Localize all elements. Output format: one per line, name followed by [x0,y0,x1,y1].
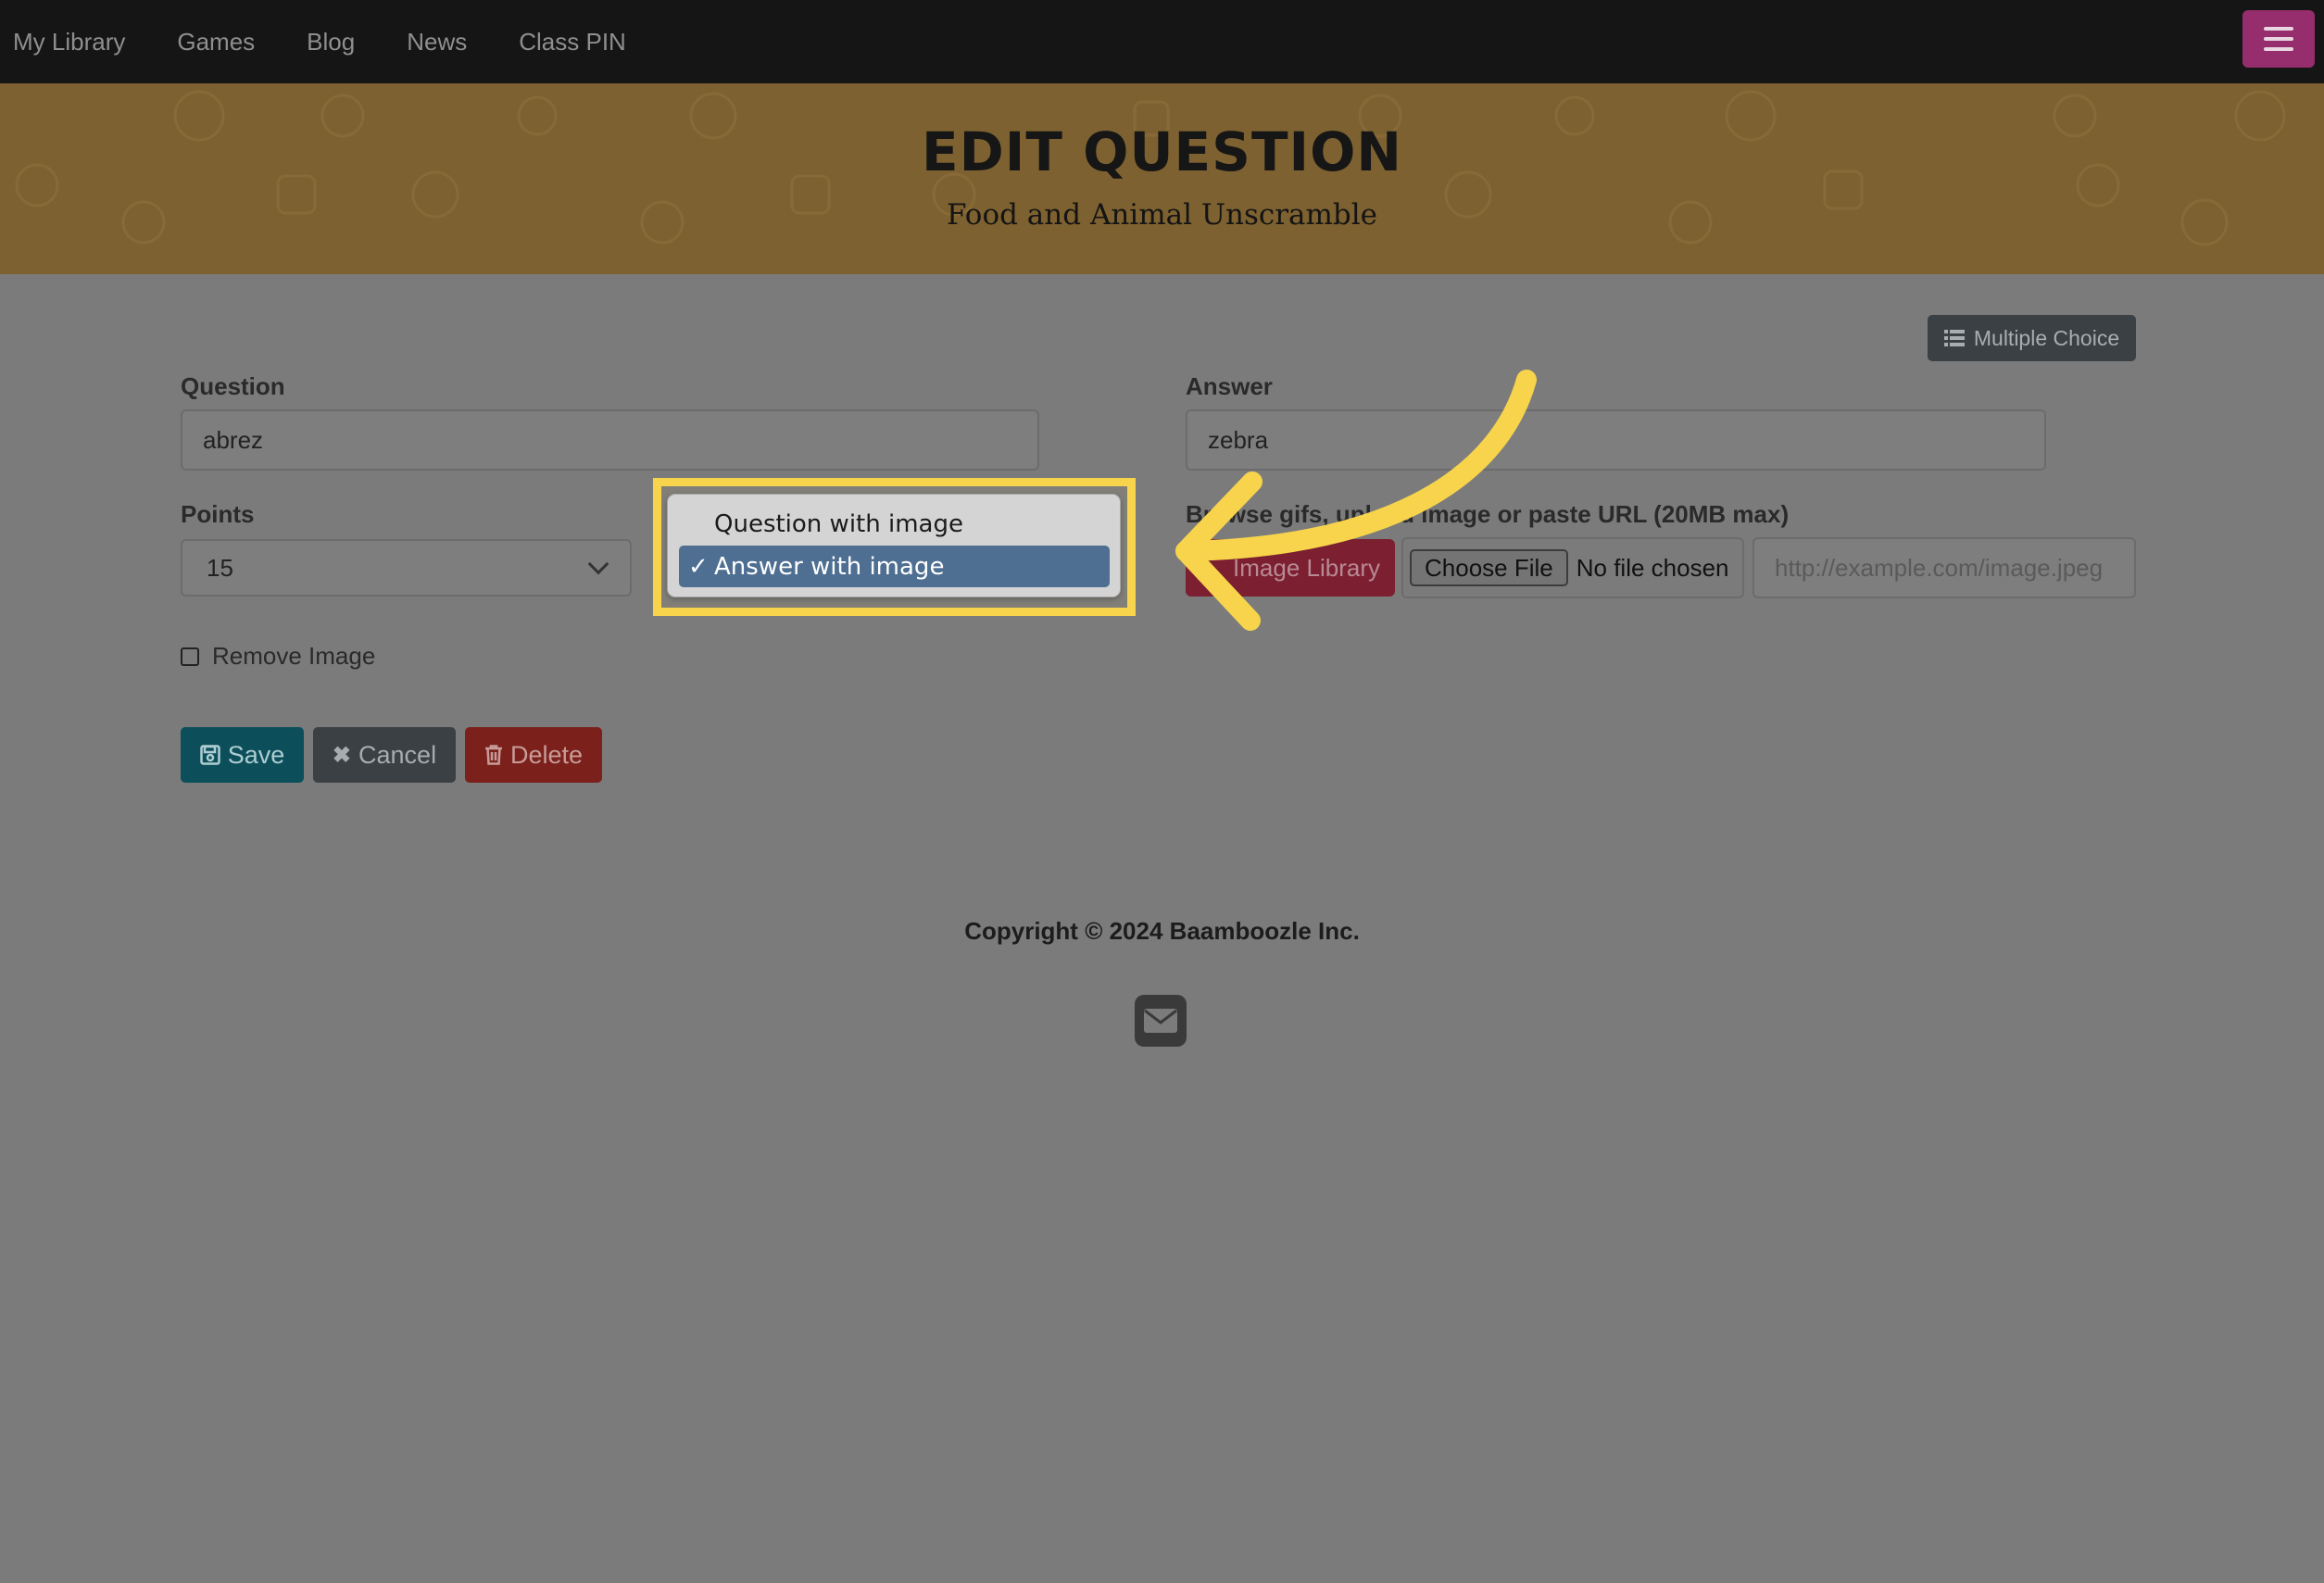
nav-my-library[interactable]: My Library [13,28,125,57]
floppy-disk-icon [199,745,220,765]
question-input[interactable]: abrez [181,409,1039,471]
points-value: 15 [207,553,233,582]
hamburger-bar [2264,27,2293,31]
page-header-banner: Edit Question Food and Animal Unscramble [0,83,2324,274]
image-url-input[interactable]: http://example.com/image.jpeg [1752,537,2136,598]
mail-icon[interactable] [1135,995,1187,1047]
close-icon: ✖ [332,742,352,768]
list-icon [1943,330,1965,346]
question-label: Question [181,372,285,400]
image-url-placeholder: http://example.com/image.jpeg [1775,553,2104,582]
envelope-icon [1144,1009,1177,1033]
multiple-choice-button[interactable]: Multiple Choice [1928,315,2136,361]
page-title: Edit Question [922,120,1402,183]
chevron-down-icon [587,553,609,575]
nav-news[interactable]: News [407,28,467,57]
cancel-button[interactable]: ✖ Cancel [313,727,456,783]
trash-icon [484,745,502,765]
hamburger-bar [2264,47,2293,51]
no-file-text: No file chosen [1576,553,1729,582]
dropdown-option-question-with-image[interactable]: Question with image [679,503,1110,545]
copyright-text: Copyright © 2024 Baamboozle Inc. [964,917,1360,945]
image-mode-dropdown[interactable]: Question with image ✓ Answer with image [667,494,1121,597]
multiple-choice-label: Multiple Choice [1973,325,2120,350]
nav-blog[interactable]: Blog [307,28,355,57]
points-select[interactable]: 15 [181,539,632,597]
top-navbar: My Library Games Blog News Class PIN [0,0,2324,83]
checkbox-icon[interactable] [181,647,199,666]
points-label: Points [181,500,255,528]
remove-image-label: Remove Image [212,642,376,670]
remove-image-checkbox[interactable]: Remove Image [181,642,375,671]
delete-button[interactable]: Delete [465,727,602,783]
checkmark-icon: ✓ [688,553,709,581]
dropdown-selected-label: Answer with image [714,552,945,581]
hamburger-bar [2264,37,2293,41]
nav-class-pin[interactable]: Class PIN [519,28,626,57]
cancel-label: Cancel [358,740,437,769]
delete-label: Delete [509,740,584,769]
dropdown-option-answer-with-image[interactable]: ✓ Answer with image [679,546,1110,587]
question-value: abrez [203,425,264,454]
annotation-arrow-icon [1175,370,1537,631]
save-button[interactable]: Save [181,727,304,783]
page-subtitle: Food and Animal Unscramble [946,198,1378,232]
hamburger-icon[interactable] [2242,10,2315,68]
save-label: Save [227,740,285,769]
nav-games[interactable]: Games [177,28,255,57]
